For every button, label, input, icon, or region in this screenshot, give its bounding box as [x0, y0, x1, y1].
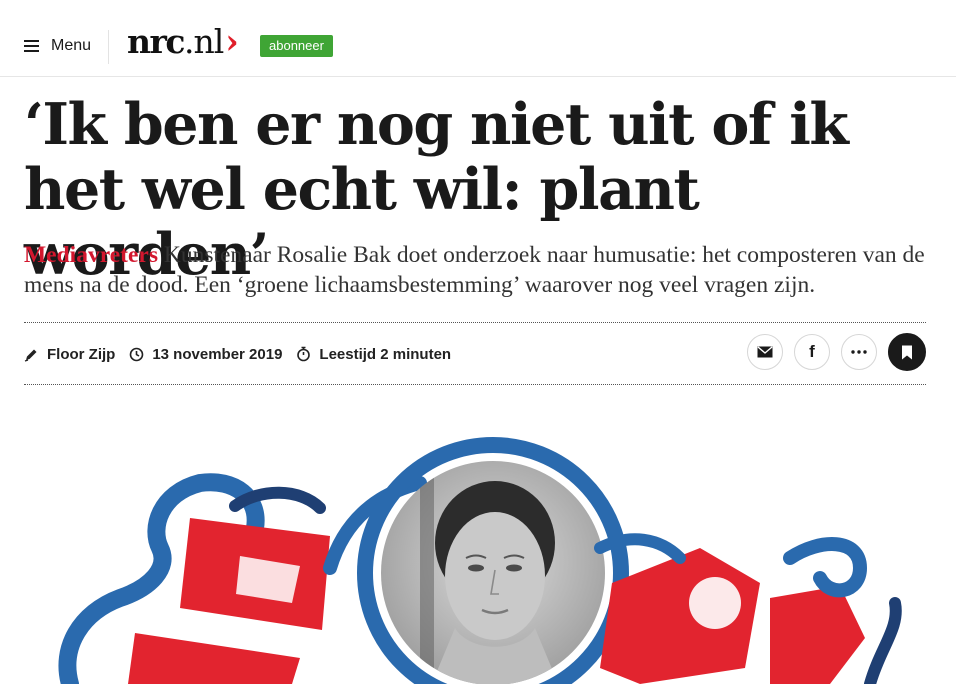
red-block-left-2 [128, 633, 300, 684]
clock-icon [130, 347, 144, 361]
header-divider [108, 30, 109, 64]
blue-swirl-right [783, 537, 868, 598]
article-meta: Floor Zijp 13 november 2019 Leestijd 2 m… [24, 340, 465, 368]
stopwatch-icon [297, 346, 311, 362]
reading-time-item: Leestijd 2 minuten [296, 346, 451, 363]
more-dots-icon [851, 350, 867, 354]
logo-tld-text: .nl [183, 22, 224, 61]
logo-chevron-icon: › [225, 22, 239, 62]
pen-icon [24, 349, 37, 362]
logo-main-text: nrc [127, 22, 185, 61]
subscribe-button[interactable]: abonneer [260, 35, 333, 57]
author-item[interactable]: Floor Zijp [24, 346, 115, 363]
article-intro: Mediavreters Kunstenaar Rosalie Bak doet… [24, 240, 934, 300]
author-name: Floor Zijp [47, 345, 116, 363]
share-email-button[interactable] [747, 334, 783, 370]
hero-illustration [58, 437, 902, 684]
article-kicker[interactable]: Mediavreters [24, 242, 158, 268]
nrc-logo[interactable]: nrc .nl › [127, 22, 239, 62]
envelope-icon [757, 346, 773, 358]
meta-divider-bottom [24, 384, 926, 385]
hamburger-icon [24, 40, 39, 52]
publish-date: 13 november 2019 [152, 345, 283, 363]
red-block-right-2 [770, 586, 865, 684]
date-item: 13 november 2019 [129, 346, 282, 363]
share-more-button[interactable] [841, 334, 877, 370]
bookmark-button[interactable] [888, 333, 926, 371]
red-dot-right [689, 577, 741, 629]
menu-label: Menu [51, 37, 92, 54]
menu-button[interactable]: Menu [24, 31, 91, 61]
facebook-icon: f [809, 342, 815, 361]
bookmark-icon [902, 345, 912, 359]
meta-divider-top [24, 322, 926, 323]
reading-time: Leestijd 2 minuten [319, 345, 452, 363]
article-intro-text: Kunstenaar Rosalie Bak doet onderzoek na… [24, 242, 925, 298]
site-header: Menu nrc .nl › abonneer [0, 0, 956, 77]
portrait-photo [381, 461, 605, 684]
blue-swirl-right-2 [864, 597, 902, 684]
share-facebook-button[interactable]: f [794, 334, 830, 370]
